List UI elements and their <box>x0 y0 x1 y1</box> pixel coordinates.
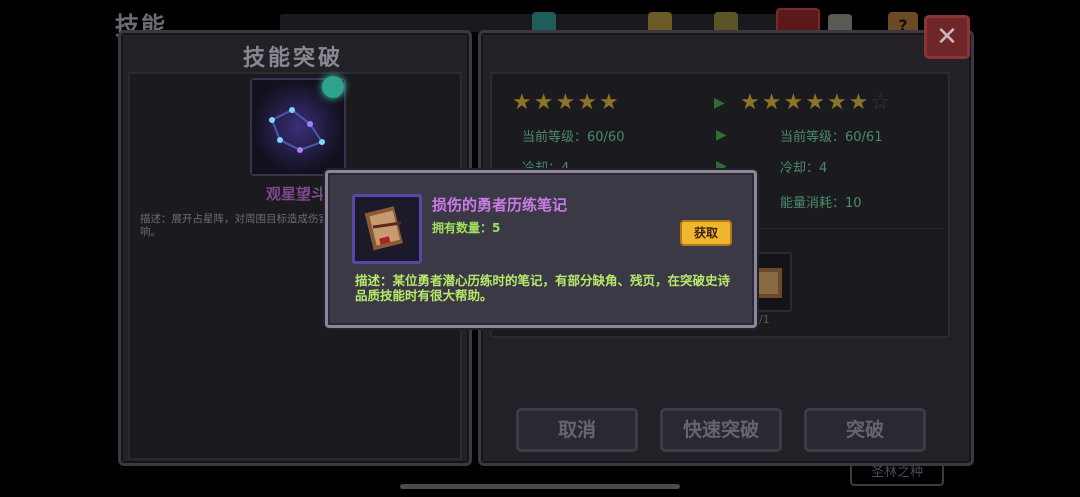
star-icon: ★ <box>577 90 597 115</box>
home-indicator <box>400 484 680 489</box>
empty-star-icon: ☆ <box>870 90 891 115</box>
notebook-icon <box>364 206 403 251</box>
item-owned-count: 拥有数量：5 <box>432 221 501 235</box>
item-name: 损伤的勇者历练笔记 <box>432 196 568 214</box>
star-icon: ★ <box>826 90 847 115</box>
break-button[interactable]: 突破 <box>804 408 926 452</box>
star-icon: ★ <box>533 90 554 115</box>
skill-gem-icon <box>322 76 344 98</box>
current-level: 当前等级：60/60 <box>522 130 625 145</box>
star-icon: ★ <box>555 90 576 115</box>
star-icon: ★ <box>512 90 532 115</box>
star-icon: ★ <box>848 90 869 115</box>
cancel-button[interactable]: 取消 <box>516 408 638 452</box>
item-icon <box>352 194 422 264</box>
star-icon: ★ <box>598 90 619 115</box>
star-icon: ★ <box>740 90 760 115</box>
item-description: 描述：某位勇者潜心历练时的笔记，有部分缺角、残页，在突破史诗品质技能时有很大帮助… <box>355 273 731 303</box>
star-icon: ★ <box>783 90 804 115</box>
panel-title: 技能突破 <box>242 46 343 71</box>
next-level: 当前等级：60/61 <box>780 130 883 145</box>
arrow-icon: ▶ <box>714 95 725 111</box>
next-stars: ★ ★ ★ ★ ★ ★ ☆ <box>740 92 890 114</box>
next-energy: 能量消耗：10 <box>780 196 862 211</box>
current-stars: ★ ★ ★ ★ ★ <box>512 92 619 114</box>
quick-break-button[interactable]: 快速突破 <box>660 408 782 452</box>
next-cooldown: 冷却：4 <box>780 161 828 176</box>
get-button[interactable]: 获取 <box>680 220 732 246</box>
close-button[interactable]: ✕ <box>924 15 970 59</box>
star-icon: ★ <box>761 90 782 115</box>
arrow-icon: ▶ <box>716 127 727 143</box>
star-icon: ★ <box>805 90 825 115</box>
